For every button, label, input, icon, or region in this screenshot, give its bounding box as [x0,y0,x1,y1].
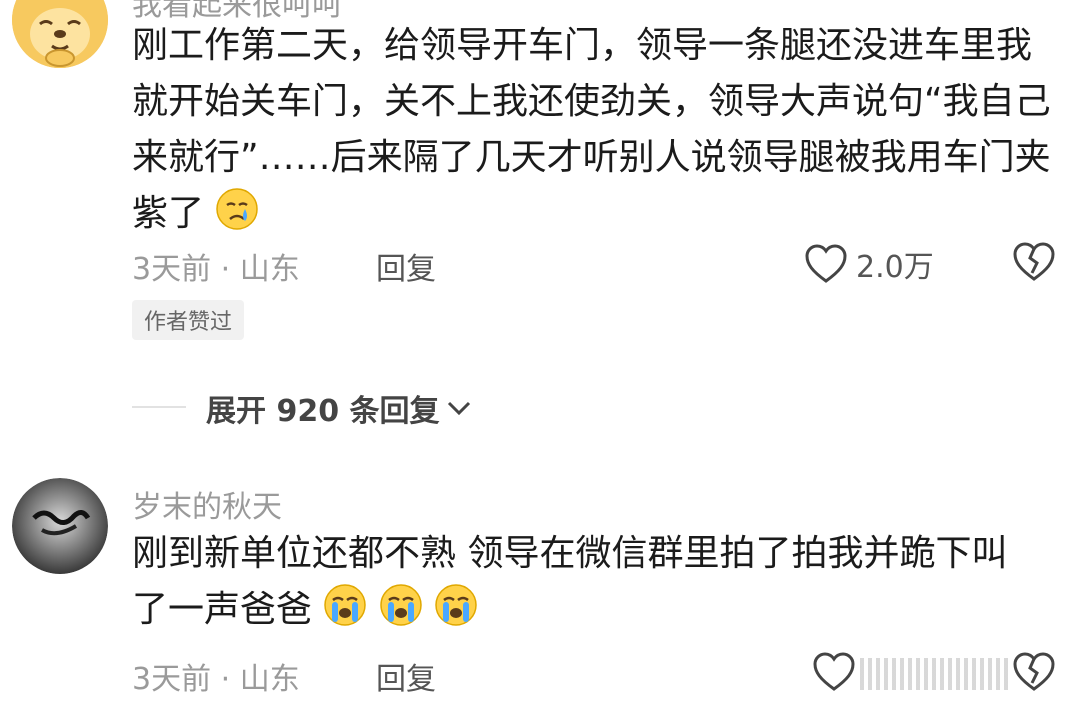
like-count: 2.0万 [856,250,934,285]
loudly-crying-face-icon [380,584,422,626]
chevron-down-icon [447,401,470,416]
dislike-button[interactable] [1012,242,1056,286]
comment-time: 3天前 [132,662,212,697]
dislike-button[interactable] [1012,652,1056,696]
avatar[interactable] [12,0,108,68]
meta-separator: · [211,252,240,287]
expand-replies-button[interactable]: 展开 920 条回复 [206,386,474,430]
author-liked-badge: 作者赞过 [132,300,245,340]
like-button[interactable]: 2.0万 [804,242,934,286]
comment-meta: 3天前 · 山东 [132,654,300,698]
comment-meta: 3天前 · 山东 [132,244,300,288]
like-button[interactable] [812,652,856,696]
dog-avatar-icon [12,0,108,68]
divider-line [132,406,186,408]
comment-time: 3天前 [132,252,212,287]
loudly-crying-face-icon [324,584,367,626]
comment-body: 刚工作第二天，给领导开车门，领导一条腿还没进车里我就开始关车门，关不上我还使劲关… [132,25,1051,234]
broken-heart-icon [1013,242,1055,281]
broken-heart-icon [1013,652,1055,691]
crying-face-icon [216,188,259,230]
comment-body: 刚到新单位还都不熟 领导在微信群里拍了拍我并跪下叫了一声爸爸 [132,533,1008,630]
comment-location: 山东 [239,252,300,287]
avatar[interactable] [12,478,108,574]
expand-replies-label: 展开 920 条回复 [206,394,440,429]
comment-text: 刚工作第二天，给领导开车门，领导一条腿还没进车里我就开始关车门，关不上我还使劲关… [132,18,1052,242]
meta-separator: · [211,662,240,697]
comment-text: 刚到新单位还都不熟 领导在微信群里拍了拍我并跪下叫了一声爸爸 [132,526,1042,638]
reply-button[interactable]: 回复 [376,244,436,288]
heart-icon [805,244,847,283]
reply-button[interactable]: 回复 [376,654,436,698]
heart-icon [813,652,855,691]
loudly-crying-face-icon [435,584,478,626]
comment-location: 山东 [239,662,300,697]
comment-username[interactable]: 岁末的秋天 [132,482,282,526]
user-avatar-icon [12,478,108,574]
watermark-stripes [860,658,1010,690]
